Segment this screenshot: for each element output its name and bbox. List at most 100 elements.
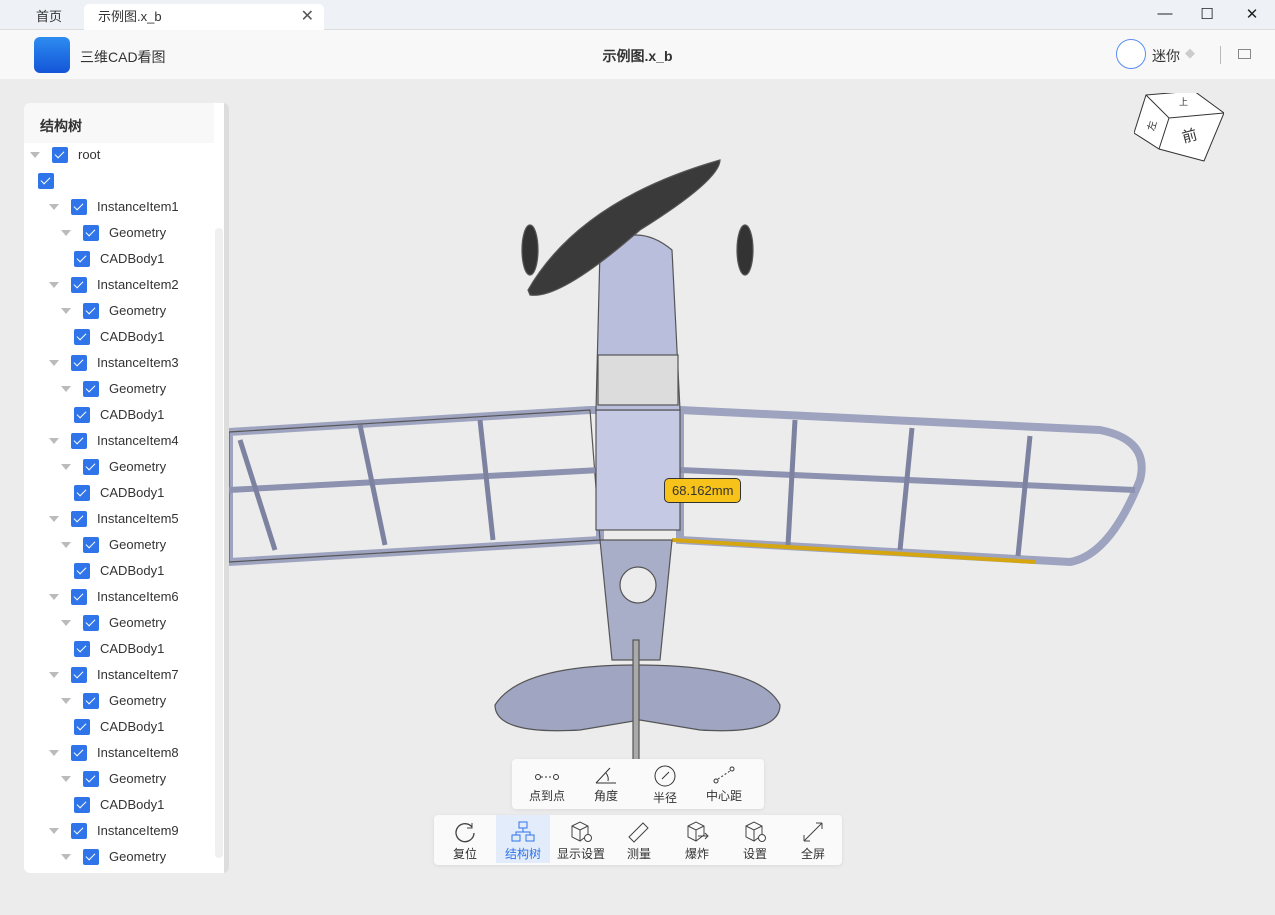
visibility-checkbox[interactable]: [71, 433, 87, 449]
tree-node-instance[interactable]: InstanceItem2: [49, 272, 179, 298]
tree-node-instance[interactable]: InstanceItem1: [49, 194, 179, 220]
visibility-checkbox[interactable]: [38, 173, 54, 189]
settings-button[interactable]: 设置: [728, 815, 782, 863]
expand-arrow-icon[interactable]: [49, 750, 59, 756]
user-name[interactable]: 迷你: [1152, 46, 1180, 66]
expand-arrow-icon[interactable]: [61, 776, 71, 782]
tree-node-geometry[interactable]: Geometry: [61, 532, 166, 558]
tree-node-body[interactable]: CADBody1: [74, 402, 164, 428]
measure-radius-button[interactable]: 半径: [636, 759, 694, 806]
node-label: Geometry: [109, 693, 167, 708]
fullscreen-button[interactable]: 全屏: [786, 815, 840, 863]
tree-node-body[interactable]: CADBody1: [74, 324, 164, 350]
expand-arrow-icon[interactable]: [61, 386, 71, 392]
tree-node-geometry[interactable]: Geometry: [61, 610, 166, 636]
visibility-checkbox[interactable]: [83, 225, 99, 241]
visibility-checkbox[interactable]: [71, 199, 87, 215]
expand-arrow-icon[interactable]: [49, 282, 59, 288]
tree-node-instance[interactable]: InstanceItem8: [49, 740, 179, 766]
tree-node-instance[interactable]: InstanceItem3: [49, 350, 179, 376]
view-cube-top[interactable]: 上: [1179, 95, 1188, 108]
visibility-checkbox[interactable]: [71, 511, 87, 527]
tree-node-unnamed[interactable]: [38, 168, 64, 194]
expand-arrow-icon[interactable]: [61, 854, 71, 860]
tree-node-geometry[interactable]: Geometry: [61, 220, 166, 246]
visibility-checkbox[interactable]: [83, 537, 99, 553]
expand-arrow-icon[interactable]: [49, 438, 59, 444]
visibility-checkbox[interactable]: [83, 615, 99, 631]
expand-arrow-icon[interactable]: [49, 828, 59, 834]
display-settings-button[interactable]: 显示设置: [554, 815, 608, 863]
view-cube[interactable]: 上 左 前: [1133, 90, 1225, 173]
measure-angle-button[interactable]: 角度: [577, 759, 635, 804]
visibility-checkbox[interactable]: [83, 849, 99, 865]
tree-node-body[interactable]: CADBody1: [74, 714, 164, 740]
visibility-checkbox[interactable]: [83, 693, 99, 709]
visibility-checkbox[interactable]: [74, 485, 90, 501]
tree-node-root[interactable]: root: [30, 142, 100, 168]
visibility-checkbox[interactable]: [83, 771, 99, 787]
measure-center-distance-button[interactable]: 中心距: [695, 759, 753, 804]
explode-button[interactable]: 爆炸: [670, 815, 724, 863]
visibility-checkbox[interactable]: [74, 407, 90, 423]
expand-arrow-icon[interactable]: [61, 464, 71, 470]
visibility-checkbox[interactable]: [71, 745, 87, 761]
visibility-checkbox[interactable]: [74, 797, 90, 813]
expand-arrow-icon[interactable]: [61, 698, 71, 704]
expand-arrow-icon[interactable]: [49, 672, 59, 678]
visibility-checkbox[interactable]: [83, 303, 99, 319]
close-window-button[interactable]: ✕: [1242, 5, 1262, 23]
mail-icon[interactable]: [1238, 49, 1251, 59]
maximize-button[interactable]: ☐: [1197, 5, 1217, 23]
tree-node-body[interactable]: CADBody1: [74, 480, 164, 506]
tree-node-instance[interactable]: InstanceItem7: [49, 662, 179, 688]
visibility-checkbox[interactable]: [83, 459, 99, 475]
avatar[interactable]: [1116, 39, 1146, 69]
tree-node-geometry[interactable]: Geometry: [61, 454, 166, 480]
visibility-checkbox[interactable]: [74, 563, 90, 579]
visibility-checkbox[interactable]: [52, 147, 68, 163]
expand-arrow-icon[interactable]: [30, 152, 40, 158]
structure-tree-button[interactable]: 结构树: [496, 815, 550, 863]
minimize-button[interactable]: —: [1155, 5, 1175, 22]
tree-node-geometry[interactable]: Geometry: [61, 376, 166, 402]
tree-node-geometry[interactable]: Geometry: [61, 766, 166, 792]
measure-point-to-point-button[interactable]: 点到点: [518, 759, 576, 804]
expand-arrow-icon[interactable]: [61, 620, 71, 626]
tree-node-instance[interactable]: InstanceItem6: [49, 584, 179, 610]
tree-node-geometry[interactable]: Geometry: [61, 844, 166, 870]
visibility-checkbox[interactable]: [71, 355, 87, 371]
expand-arrow-icon[interactable]: [49, 204, 59, 210]
scrollbar[interactable]: [224, 103, 229, 873]
scrollbar-thumb[interactable]: [215, 228, 223, 858]
tree-node-instance[interactable]: InstanceItem9: [49, 818, 179, 844]
expand-arrow-icon[interactable]: [61, 230, 71, 236]
expand-arrow-icon[interactable]: [49, 594, 59, 600]
tree-node-body[interactable]: CADBody1: [74, 636, 164, 662]
tree-node-body[interactable]: CADBody1: [74, 558, 164, 584]
close-tab-icon[interactable]: ✕: [301, 4, 314, 30]
visibility-checkbox[interactable]: [71, 589, 87, 605]
visibility-checkbox[interactable]: [71, 667, 87, 683]
visibility-checkbox[interactable]: [71, 823, 87, 839]
tree-node-geometry[interactable]: Geometry: [61, 688, 166, 714]
expand-arrow-icon[interactable]: [49, 516, 59, 522]
tree-node-body[interactable]: CADBody1: [74, 792, 164, 818]
visibility-checkbox[interactable]: [74, 641, 90, 657]
expand-arrow-icon[interactable]: [61, 542, 71, 548]
visibility-checkbox[interactable]: [74, 329, 90, 345]
expand-arrow-icon[interactable]: [49, 360, 59, 366]
tab-home[interactable]: 首页: [22, 4, 84, 30]
reset-button[interactable]: 复位: [438, 815, 492, 863]
tab-document[interactable]: 示例图.x_b ✕: [84, 4, 324, 30]
visibility-checkbox[interactable]: [74, 719, 90, 735]
measure-button[interactable]: 测量: [612, 815, 666, 863]
tree-node-instance[interactable]: InstanceItem4: [49, 428, 179, 454]
tree-node-body[interactable]: CADBody1: [74, 246, 164, 272]
visibility-checkbox[interactable]: [74, 251, 90, 267]
visibility-checkbox[interactable]: [71, 277, 87, 293]
visibility-checkbox[interactable]: [83, 381, 99, 397]
tree-node-geometry[interactable]: Geometry: [61, 298, 166, 324]
expand-arrow-icon[interactable]: [61, 308, 71, 314]
tree-node-instance[interactable]: InstanceItem5: [49, 506, 179, 532]
